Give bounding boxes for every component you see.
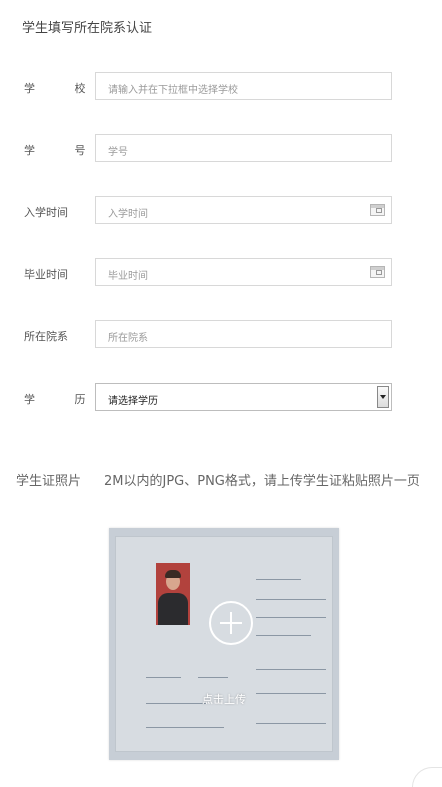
photo-hint: 2M以内的JPG、PNG格式，请上传学生证粘贴照片一页: [104, 474, 420, 489]
school-input[interactable]: 请输入并在下拉框中选择学校: [95, 72, 392, 100]
enroll-date-label: 入学时间: [24, 206, 68, 219]
student-id-input[interactable]: 学号: [95, 134, 392, 162]
upload-text[interactable]: 点击上传: [116, 691, 332, 707]
enroll-date-input[interactable]: 入学时间: [95, 196, 392, 224]
department-row: 所在院系 所在院系: [0, 320, 442, 350]
school-row: 学 校 请输入并在下拉框中选择学校: [0, 72, 442, 102]
student-id-row: 学 号 学号: [0, 134, 442, 164]
education-select[interactable]: 请选择学历: [95, 383, 392, 411]
student-card-sample-image: 点击上传: [115, 536, 333, 752]
photo-upload-area[interactable]: 点击上传: [109, 528, 339, 760]
student-id-label: 学 号: [24, 144, 104, 157]
decorative-corner: [412, 767, 442, 787]
calendar-icon[interactable]: [370, 266, 385, 278]
enroll-date-row: 入学时间 入学时间: [0, 196, 442, 226]
school-placeholder: 请输入并在下拉框中选择学校: [108, 85, 238, 96]
education-label: 学 历: [24, 393, 104, 406]
department-label: 所在院系: [24, 330, 68, 343]
school-label: 学 校: [24, 82, 104, 95]
department-placeholder: 所在院系: [108, 333, 148, 344]
calendar-icon[interactable]: [370, 204, 385, 216]
grad-date-placeholder: 毕业时间: [108, 271, 148, 282]
grad-date-input[interactable]: 毕业时间: [95, 258, 392, 286]
portrait-photo: [156, 563, 190, 625]
student-id-placeholder: 学号: [108, 147, 128, 158]
department-input[interactable]: 所在院系: [95, 320, 392, 348]
dropdown-arrow-icon[interactable]: [377, 386, 389, 408]
photo-label: 学生证照片: [16, 474, 82, 489]
education-row: 学 历 请选择学历: [0, 383, 442, 413]
grad-date-label: 毕业时间: [24, 268, 68, 281]
enroll-date-placeholder: 入学时间: [108, 209, 148, 220]
page-title: 学生填写所在院系认证: [22, 21, 153, 36]
grad-date-row: 毕业时间 毕业时间: [0, 258, 442, 288]
education-selected-value: 请选择学历: [108, 396, 158, 407]
plus-circle-icon[interactable]: [209, 601, 253, 645]
